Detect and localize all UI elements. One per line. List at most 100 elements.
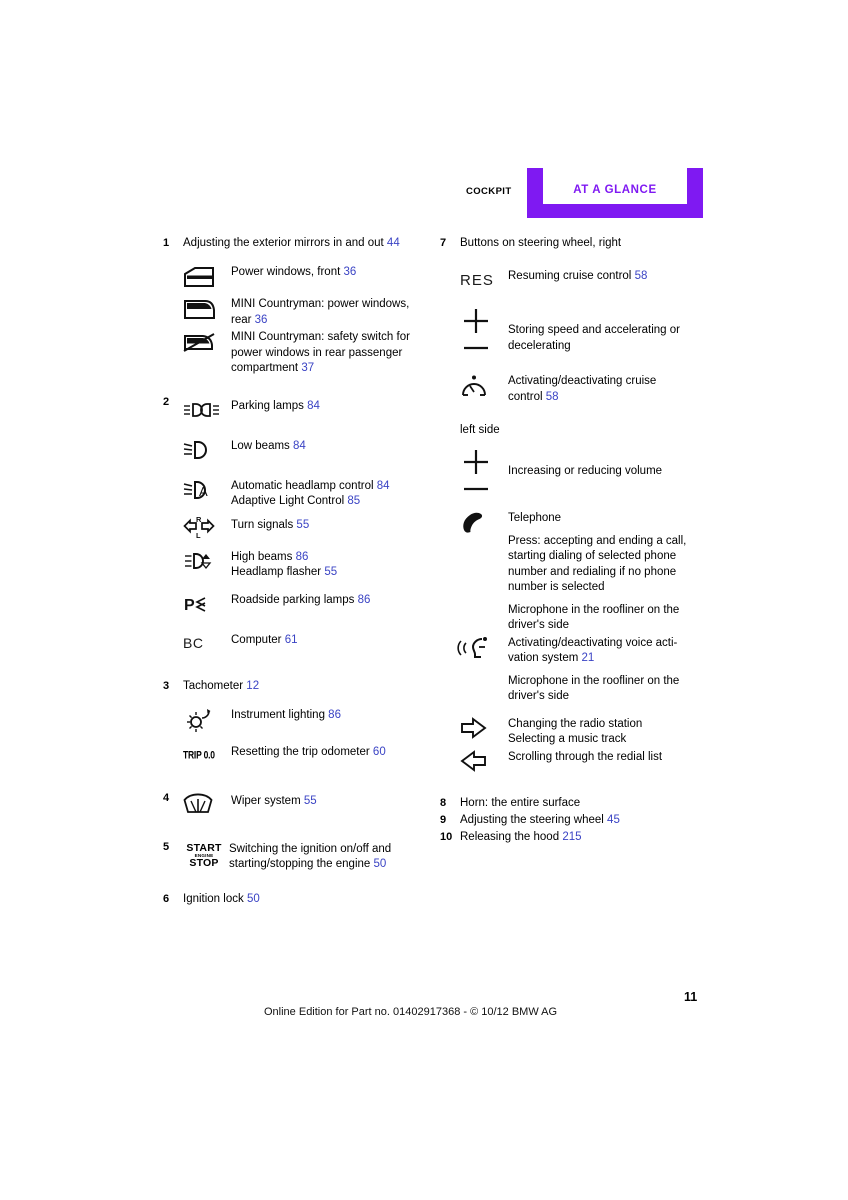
- text-line: Microphone in the roofliner on the: [508, 674, 712, 690]
- line-text: Increasing or reducing volume: [508, 465, 663, 477]
- text-line: rear 36: [231, 313, 435, 329]
- page-ref: 86: [295, 550, 309, 563]
- legend-entry-10: 10 Releasing the hood 215: [440, 830, 712, 845]
- line-text: Selecting a music track: [508, 733, 627, 745]
- sub-item-text: Computer 61: [231, 631, 435, 649]
- text-line: control 58: [508, 390, 712, 406]
- text-line: number and redialing if no phone: [508, 565, 712, 581]
- legend-entry-8: 8 Horn: the entire surface: [440, 796, 712, 811]
- legend-entry-7: 7 Buttons on steering wheel, right: [440, 236, 712, 251]
- sub-item-roadside-parking-lamps: P Roadside parking lamps 86: [183, 591, 435, 617]
- line-text: Changing the radio station: [508, 717, 643, 730]
- resume-cruise-control-res-icon: RES: [460, 267, 508, 293]
- sub-item-text: Increasing or reducing volume: [508, 448, 712, 480]
- text-line: Increasing or reducing volume: [508, 464, 712, 480]
- entry-number: 5: [163, 840, 170, 853]
- line-text: number is selected: [508, 581, 605, 593]
- roadside-parking-lamps-icon: P: [183, 591, 231, 617]
- sub-item-arrow-left: Scrolling through the redial list: [460, 748, 712, 774]
- text-line: Buttons on steering wheel,: [460, 237, 596, 249]
- page-ref: 36: [343, 266, 357, 278]
- legend-entry-9: 9 Adjusting the steering wheel 45: [440, 813, 712, 828]
- text-line: Activating/deactivating voice acti-: [508, 636, 712, 652]
- instrument-lighting-icon: [183, 706, 231, 733]
- text-line: MINI Countryman: safety switch for: [231, 330, 435, 346]
- plus-minus-glyphs: [460, 449, 494, 495]
- line-text: Telephone: [508, 512, 562, 524]
- page-ref: 37: [301, 362, 315, 374]
- line-text: compartment: [231, 362, 299, 374]
- entry-label: Horn: the entire surface: [460, 796, 712, 811]
- page-ref: 58: [545, 390, 559, 403]
- page-ref: 86: [328, 708, 341, 721]
- line-text: MINI Countryman: power windows,: [231, 298, 410, 310]
- sub-item-text: Resuming cruise control 58: [508, 267, 712, 285]
- line-text: Microphone in the roofliner on the: [508, 674, 680, 687]
- line-text: control: [508, 390, 543, 403]
- right-column: 7 Buttons on steering wheel, right RES R…: [440, 236, 712, 847]
- line-text: Press: accepting and ending a call,: [508, 534, 687, 547]
- sub-item-text: Changing the radio station Selecting a m…: [508, 715, 712, 748]
- text-line: Resuming cruise control 58: [508, 269, 712, 285]
- legend-entry-6: 6 Ignition lock 50: [163, 892, 435, 907]
- page-ref: 44: [386, 237, 400, 249]
- text-line: Activating/deactivating cruise: [508, 374, 712, 390]
- sub-item-text: Wiper system 55: [231, 792, 435, 810]
- text-line: Power windows, front 36: [231, 265, 435, 281]
- sub-item-power-windows-rear: MINI Countryman: power windows, rear 36: [183, 295, 435, 328]
- sub-item-low-beams: Low beams 84: [183, 437, 435, 463]
- entry-number: 8: [440, 796, 447, 809]
- line-text: decelerating: [508, 339, 571, 352]
- entry-label-text: Ignition lock: [183, 892, 244, 905]
- entry-label: Adjusting the exterior mirrors in and ou…: [183, 236, 435, 251]
- left-column: 1 Adjusting the exterior mirrors in and …: [163, 236, 435, 909]
- entry-label: Tachometer 12: [183, 679, 435, 694]
- text-line: driver's side: [508, 689, 712, 705]
- entry-label-text: Adjusting the steering wheel: [460, 813, 604, 826]
- sub-item-activate-cruise-control: Activating/deactivating cruise control 5…: [460, 372, 712, 405]
- entry-number: 4: [163, 791, 170, 804]
- text-line: Turn signals 55: [231, 518, 435, 534]
- legend-entry-3: 3 Tachometer 12: [163, 679, 435, 694]
- line-text: driver's side: [508, 619, 569, 631]
- line-text: starting dialing of selected phone: [508, 550, 677, 562]
- sub-item-text: Turn signals 55: [231, 516, 435, 534]
- text-line: Automatic headlamp control 84: [231, 479, 435, 495]
- sub-item-text: Automatic headlamp control 84 Adaptive L…: [231, 477, 435, 510]
- line-text: Microphone in the roofliner on the: [508, 603, 680, 616]
- text-line: starting dialing of selected phone: [508, 549, 712, 565]
- left-side-label: left side: [460, 424, 500, 436]
- text-line: Switching the ignition on/off and: [229, 842, 435, 857]
- res-icon-text: RES: [460, 271, 494, 289]
- line-text: Low beams: [231, 439, 290, 452]
- entry-number: 2: [163, 395, 170, 408]
- sub-item-text: Storing speed and accelerating or decele…: [508, 307, 712, 354]
- text-line: Changing the radio station: [508, 717, 712, 733]
- entry-label-text: Releasing the hood: [460, 830, 560, 843]
- automatic-headlamp-control-icon: A: [183, 477, 231, 503]
- page-ref: 84: [293, 439, 306, 452]
- page-ref: 55: [324, 566, 338, 578]
- voice-activation-icon: [457, 634, 508, 661]
- entry-number: 1: [163, 237, 170, 249]
- legend-entry-5: 5 START ENGINE STOP Switching the igniti…: [163, 840, 435, 872]
- page-ref: 45: [607, 813, 620, 826]
- page-number: 11: [684, 990, 698, 1004]
- sub-item-window-safety-switch: MINI Countryman: safety switch for power…: [183, 328, 435, 377]
- text-line: Scrolling through the redial list: [508, 750, 712, 766]
- sub-item-text: Activating/deactivating cruise control 5…: [508, 372, 712, 405]
- text-line: MINI Countryman: power windows,: [231, 297, 435, 313]
- line-text: Automatic headlamp control: [231, 479, 374, 492]
- page-ref: 50: [246, 892, 260, 905]
- line-text: number and redialing if no phone: [508, 565, 677, 578]
- plus-minus-rocker-icon: [460, 307, 508, 354]
- page-ref: 50: [373, 857, 387, 870]
- text-line: compartment 37: [231, 361, 435, 377]
- sub-item-text: High beams 86 Headlamp flasher 55: [231, 548, 435, 581]
- text-line: power windows in rear passenger: [231, 346, 435, 362]
- page-ref: 36: [254, 313, 268, 326]
- page-ref: 55: [296, 518, 310, 531]
- svg-text:R: R: [196, 515, 202, 524]
- footer-edition-text: Online Edition for Part no. 01402917368 …: [264, 1006, 558, 1018]
- line-text: Parking lamps: [231, 399, 304, 412]
